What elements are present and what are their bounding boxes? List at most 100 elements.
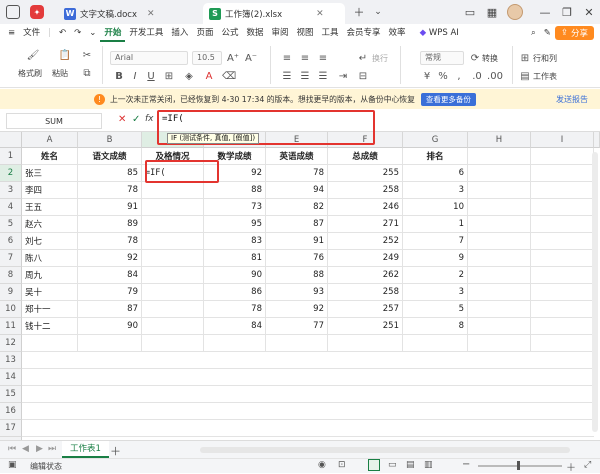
eye-icon[interactable]: ◉ [318, 460, 326, 470]
decimal-increase-icon[interactable]: .0 [470, 69, 484, 83]
table-cell[interactable]: 83 [204, 233, 266, 250]
share-button[interactable]: ⇪ 分享 [554, 26, 594, 40]
empty-cell[interactable] [266, 420, 328, 437]
zoom-in-icon[interactable]: ＋ [566, 459, 576, 474]
fullscreen-icon[interactable]: ⤢ [584, 460, 591, 470]
close-window-icon[interactable]: ✕ [581, 4, 597, 20]
table-cell[interactable]: 257 [328, 301, 403, 318]
format-painter-icon[interactable]: 🖌 [26, 48, 40, 62]
table-cell[interactable] [142, 267, 204, 284]
comment-icon[interactable]: ✎ [540, 24, 555, 42]
empty-cell[interactable] [142, 369, 204, 386]
last-sheet-icon[interactable]: ⏭ [48, 444, 56, 454]
close-icon[interactable]: ✕ [147, 9, 155, 19]
macro-icon[interactable]: ▣ [8, 460, 17, 470]
empty-cell[interactable] [328, 420, 403, 437]
rows-cols-label[interactable]: 行和列 [533, 53, 557, 64]
table-cell[interactable]: 郑十一 [22, 301, 78, 318]
empty-cell[interactable] [531, 318, 594, 335]
table-cell[interactable]: 钱十二 [22, 318, 78, 335]
table-cell[interactable] [142, 284, 204, 301]
font-size-select[interactable]: 10.5 [192, 51, 222, 65]
table-cell[interactable]: 82 [266, 199, 328, 216]
empty-cell[interactable] [266, 335, 328, 352]
table-cell[interactable]: 252 [328, 233, 403, 250]
chevron-down-icon[interactable]: ⌄ [370, 4, 386, 20]
indent-icon[interactable]: ⇥ [336, 69, 350, 83]
column-header[interactable]: B [78, 132, 142, 148]
number-format-select[interactable]: 常规 [420, 51, 464, 65]
empty-cell[interactable] [204, 386, 266, 403]
next-sheet-icon[interactable]: ▶ [36, 444, 43, 454]
table-cell[interactable] [142, 250, 204, 267]
empty-cell[interactable] [142, 335, 204, 352]
table-cell[interactable]: 87 [266, 216, 328, 233]
row-header[interactable]: 16 [0, 403, 22, 420]
freeze-icon[interactable]: ⊡ [338, 460, 346, 470]
empty-cell[interactable] [531, 267, 594, 284]
header-cell[interactable]: 语文成绩 [78, 148, 142, 165]
table-cell[interactable]: 87 [78, 301, 142, 318]
row-header[interactable]: 12 [0, 335, 22, 352]
table-cell[interactable]: 6 [403, 165, 468, 182]
table-cell[interactable]: 251 [328, 318, 403, 335]
vertical-scrollbar[interactable] [592, 152, 598, 432]
zoom-out-icon[interactable]: − [462, 459, 470, 470]
column-header[interactable]: A [22, 132, 78, 148]
search-icon[interactable]: ⌕ [527, 24, 540, 42]
empty-cell[interactable] [531, 148, 594, 165]
font-name-select[interactable]: Arial [110, 51, 188, 65]
align-center-icon[interactable]: ☰ [298, 69, 312, 83]
table-cell[interactable]: 255 [328, 165, 403, 182]
tab-document[interactable]: W 文字文稿.docx ✕ [58, 3, 188, 24]
empty-cell[interactable] [403, 352, 468, 369]
rows-cols-icon[interactable]: ⊞ [518, 51, 532, 65]
empty-cell[interactable] [204, 335, 266, 352]
table-cell[interactable]: 78 [204, 301, 266, 318]
menu-item-data[interactable]: 数据 [242, 24, 267, 42]
table-cell[interactable] [142, 233, 204, 250]
row-header[interactable]: 3 [0, 182, 22, 199]
empty-cell[interactable] [22, 420, 78, 437]
table-cell[interactable]: 95 [204, 216, 266, 233]
empty-cell[interactable] [468, 216, 531, 233]
row-header[interactable]: 8 [0, 267, 22, 284]
empty-cell[interactable] [204, 403, 266, 420]
table-cell[interactable]: 78 [266, 165, 328, 182]
empty-cell[interactable] [204, 369, 266, 386]
font-shrink-icon[interactable]: A⁻ [244, 51, 258, 65]
table-cell[interactable] [142, 216, 204, 233]
hamburger-icon[interactable]: ≡ [0, 24, 19, 42]
row-header[interactable]: 6 [0, 233, 22, 250]
empty-cell[interactable] [531, 369, 594, 386]
empty-cell[interactable] [531, 386, 594, 403]
menu-item-view[interactable]: 视图 [293, 24, 318, 42]
empty-cell[interactable] [531, 284, 594, 301]
fx-button[interactable]: fx [145, 114, 154, 124]
format-painter-label[interactable]: 格式刷 [18, 68, 42, 79]
cancel-icon[interactable]: ✕ [118, 114, 126, 125]
row-header[interactable]: 10 [0, 301, 22, 318]
bold-icon[interactable]: B [112, 69, 126, 83]
menu-item-review[interactable]: 审阅 [267, 24, 292, 42]
table-cell[interactable]: 8 [403, 318, 468, 335]
table-cell[interactable]: 84 [78, 267, 142, 284]
align-middle-icon[interactable]: ≡ [298, 51, 312, 65]
empty-cell[interactable] [531, 250, 594, 267]
table-cell[interactable]: 91 [78, 199, 142, 216]
empty-cell[interactable] [468, 250, 531, 267]
empty-cell[interactable] [22, 403, 78, 420]
header-cell[interactable]: 英语成绩 [266, 148, 328, 165]
table-cell[interactable]: 88 [266, 267, 328, 284]
table-cell[interactable]: 94 [266, 182, 328, 199]
empty-cell[interactable] [22, 335, 78, 352]
empty-cell[interactable] [468, 182, 531, 199]
merge-icon[interactable]: ⊟ [356, 69, 370, 83]
redo-icon[interactable]: ↷ [70, 24, 85, 42]
add-sheet-icon[interactable]: ＋ [110, 443, 121, 459]
table-cell[interactable]: 刘七 [22, 233, 78, 250]
menu-item-home[interactable]: 开始 [100, 24, 126, 42]
align-bottom-icon[interactable]: ≡ [316, 51, 330, 65]
prev-sheet-icon[interactable]: ◀ [22, 444, 29, 454]
underline-icon[interactable]: U [144, 69, 158, 83]
